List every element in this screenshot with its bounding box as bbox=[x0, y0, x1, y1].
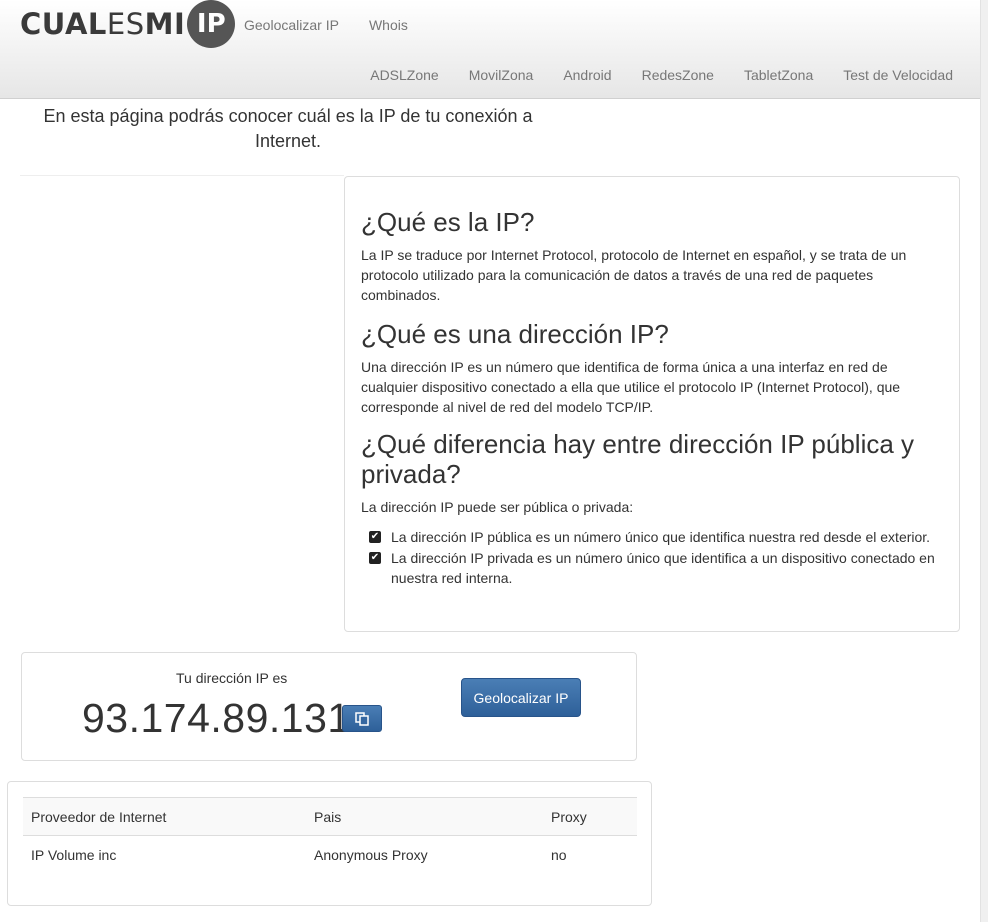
intro-text: En esta página podrás conocer cuál es la… bbox=[43, 106, 533, 151]
divider bbox=[20, 175, 344, 176]
column-header-country: Pais bbox=[306, 797, 543, 836]
column-header-provider: Proveedor de Internet bbox=[23, 797, 306, 836]
nav-adslzone[interactable]: ADSLZone bbox=[370, 67, 438, 83]
list-item: ✔ La dirección IP pública es un número ú… bbox=[369, 529, 931, 545]
ip-types-list: ✔ La dirección IP pública es un número ú… bbox=[361, 527, 943, 588]
top-nav: Geolocalizar IP Whois bbox=[244, 17, 408, 33]
copy-icon bbox=[355, 711, 369, 726]
isp-table: Proveedor de Internet Pais Proxy IP Volu… bbox=[23, 797, 637, 874]
nav-geolocalizar-ip[interactable]: Geolocalizar IP bbox=[244, 17, 339, 33]
logo-ip-circle: IP bbox=[187, 0, 236, 48]
nav-android[interactable]: Android bbox=[563, 67, 611, 83]
nav-movilzona[interactable]: MovilZona bbox=[469, 67, 534, 83]
partner-nav: ADSLZone MovilZona Android RedesZone Tab… bbox=[370, 67, 953, 83]
ip-box: Tu dirección IP es 93.174.89.131 Geoloca… bbox=[21, 652, 637, 761]
copy-ip-button[interactable] bbox=[342, 705, 382, 732]
paragraph-direccion: Una dirección IP es un número que identi… bbox=[361, 359, 901, 415]
table-row: IP Volume inc Anonymous Proxy no bbox=[23, 836, 637, 874]
check-icon: ✔ bbox=[369, 531, 381, 543]
column-header-proxy: Proxy bbox=[543, 797, 637, 836]
list-item: ✔ La dirección IP privada es un número ú… bbox=[369, 550, 935, 586]
heading-que-es-ip: ¿Qué es la IP? bbox=[361, 207, 535, 237]
geolocate-ip-button[interactable]: Geolocalizar IP bbox=[461, 678, 581, 717]
nav-whois[interactable]: Whois bbox=[369, 17, 408, 33]
nav-test-velocidad[interactable]: Test de Velocidad bbox=[843, 67, 953, 83]
cell-provider: IP Volume inc bbox=[31, 846, 117, 863]
cell-country: Anonymous Proxy bbox=[314, 846, 428, 863]
paragraph-publica-privada: La dirección IP puede ser pública o priv… bbox=[361, 499, 634, 515]
ip-label: Tu dirección IP es bbox=[176, 670, 288, 686]
isp-table-panel: Proveedor de Internet Pais Proxy IP Volu… bbox=[7, 781, 652, 906]
cell-proxy: no bbox=[551, 846, 567, 863]
heading-direccion-ip: ¿Qué es una dirección IP? bbox=[361, 319, 669, 349]
site-logo[interactable]: CUALESMI IP bbox=[20, 0, 236, 48]
check-icon: ✔ bbox=[369, 552, 381, 564]
ip-address: 93.174.89.131 bbox=[82, 695, 351, 741]
nav-redeszone[interactable]: RedesZone bbox=[642, 67, 714, 83]
page-scrollbar[interactable] bbox=[980, 0, 988, 922]
heading-diferencia: ¿Qué diferencia hay entre dirección IP p… bbox=[361, 429, 915, 489]
navbar: CUALESMI IP Geolocalizar IP Whois ADSLZo… bbox=[0, 0, 980, 99]
table-header-row: Proveedor de Internet Pais Proxy bbox=[23, 797, 637, 836]
info-panel: ¿Qué es la IP? La IP se traduce por Inte… bbox=[344, 176, 960, 632]
logo-text: CUALESMI bbox=[20, 7, 186, 41]
nav-tabletzona[interactable]: TabletZona bbox=[744, 67, 813, 83]
paragraph-ip: La IP se traduce por Internet Protocol, … bbox=[361, 247, 907, 303]
